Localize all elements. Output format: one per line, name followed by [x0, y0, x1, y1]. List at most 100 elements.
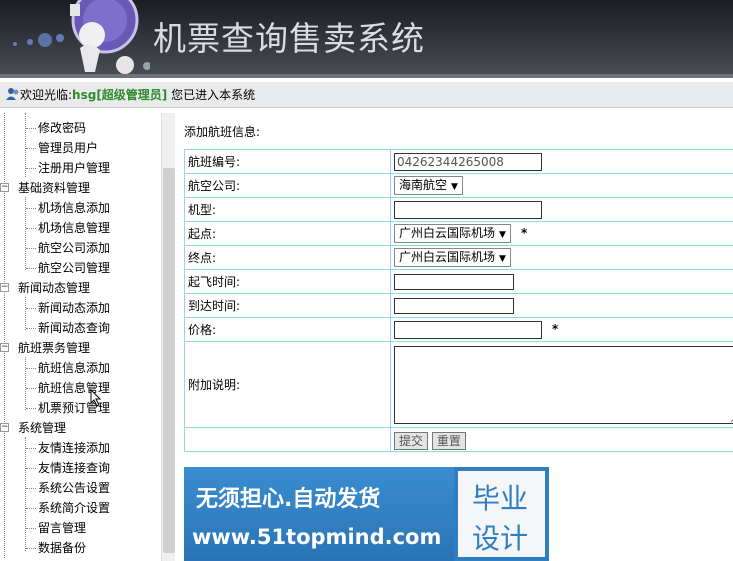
origin-select[interactable]: 广州白云国际机场 ▼ [394, 224, 511, 243]
sidebar-item-label: 新闻动态查询 [38, 321, 111, 335]
app-header: 机票查询售卖系统 [0, 0, 733, 78]
flight-no-input[interactable] [394, 152, 542, 171]
form-heading: 添加航班信息: [184, 125, 261, 139]
mouse-cursor-icon [90, 389, 102, 407]
sidebar-item-label: 航空公司管理 [38, 261, 111, 275]
chevron-down-icon: ▼ [499, 254, 506, 264]
current-username: hsg[超级管理员] [72, 88, 168, 102]
minus-box-icon[interactable]: − [0, 343, 9, 352]
destination-selected: 广州白云国际机场 [399, 250, 496, 264]
ad-banner[interactable]: 无须担心.自动发货 www.51topmind.com 毕业 设计 [184, 467, 549, 561]
destination-label: 终点: [184, 245, 391, 270]
sidebar-item-change-password[interactable]: 修改密码 [0, 118, 160, 138]
sidebar-item-airline-add[interactable]: 航空公司添加 [0, 238, 160, 258]
sidebar-item-label: 留言管理 [38, 521, 87, 535]
sidebar-group-label: 基础资料管理 [18, 181, 91, 195]
sidebar-item-news-add[interactable]: 新闻动态添加 [0, 298, 160, 318]
form-row-actions: 提交 重置 [184, 427, 733, 452]
ad-main-panel: 无须担心.自动发货 www.51topmind.com [184, 467, 454, 561]
airline-selected: 海南航空 [399, 178, 448, 192]
ad-slogan: 无须担心.自动发货 [196, 487, 381, 512]
minus-box-icon[interactable]: − [0, 283, 9, 292]
ad-url: www.51topmind.com [192, 525, 442, 549]
sidebar-item-airport-add[interactable]: 机场信息添加 [0, 198, 160, 218]
logo-figure-icon [13, 0, 150, 74]
form-row-notes: 附加说明: [184, 341, 733, 428]
notes-textarea[interactable] [394, 345, 733, 424]
sidebar-item-admin-users[interactable]: 管理员用户 [0, 138, 160, 158]
submit-button[interactable]: 提交 [394, 431, 429, 450]
minus-box-icon[interactable]: − [0, 183, 9, 192]
sidebar-item-flight-manage[interactable]: 航班信息管理 [0, 378, 160, 398]
required-mark: * [552, 322, 559, 336]
sidebar-item-airline-manage[interactable]: 航空公司管理 [0, 258, 160, 278]
ad-side-text-2: 设计 [472, 522, 529, 555]
sidebar-item-intro-settings[interactable]: 系统简介设置 [0, 498, 160, 518]
sidebar-scrollbar[interactable] [161, 113, 175, 561]
sidebar-item-label: 机场信息添加 [38, 201, 111, 215]
sidebar-item-link-query[interactable]: 友情连接查询 [0, 458, 160, 478]
header-divider [0, 74, 733, 78]
destination-select[interactable]: 广州白云国际机场 ▼ [394, 248, 511, 267]
sidebar-item-messages[interactable]: 留言管理 [0, 518, 160, 538]
chevron-down-icon: ▼ [451, 182, 458, 192]
depart-time-label: 起飞时间: [184, 269, 391, 294]
sidebar-item-label: 航班信息添加 [38, 361, 111, 375]
origin-label: 起点: [184, 221, 391, 246]
arrive-time-input[interactable] [394, 297, 514, 314]
model-input[interactable] [394, 200, 542, 219]
form-row-arrive: 到达时间: [184, 293, 733, 318]
form-row-origin: 起点: 广州白云国际机场 ▼ * [184, 221, 733, 246]
scrollbar-thumb[interactable] [163, 168, 175, 553]
price-input[interactable] [394, 320, 542, 339]
page-title: 机票查询售卖系统 [153, 19, 425, 58]
chevron-down-icon: ▼ [499, 230, 506, 240]
form-row-model: 机型: [184, 197, 733, 222]
price-label: 价格: [184, 317, 391, 342]
sidebar-item-label: 注册用户管理 [38, 161, 111, 175]
sidebar-item-label: 数据备份 [38, 541, 87, 555]
sidebar-item-notice-settings[interactable]: 系统公告设置 [0, 478, 160, 498]
sidebar-item-airport-manage[interactable]: 机场信息管理 [0, 218, 160, 238]
notes-label: 附加说明: [184, 341, 391, 428]
sidebar-group-basic-data[interactable]: − 基础资料管理 [0, 178, 160, 198]
sidebar-item-news-query[interactable]: 新闻动态查询 [0, 318, 160, 338]
sidebar-group-flight-ticket[interactable]: − 航班票务管理 [0, 338, 160, 358]
sidebar-item-backup[interactable]: 数据备份 [0, 538, 160, 558]
sidebar-group-system[interactable]: − 系统管理 [0, 418, 160, 438]
sidebar-group-label: 航班票务管理 [18, 341, 91, 355]
flight-form: 航班编号: 航空公司: 海南航空▼ 机型: 起点: 广州白云国际机场▼* 终点:… [184, 149, 733, 452]
airline-label: 航空公司: [184, 173, 391, 198]
welcome-prefix: 欢迎光临: [20, 88, 73, 102]
welcome-suffix: 您已进入本系统 [167, 88, 256, 102]
sidebar-item-label: 新闻动态添加 [38, 301, 111, 315]
ad-side-text-1: 毕业 [472, 482, 529, 515]
sidebar-item-label: 修改密码 [38, 121, 87, 135]
reset-button[interactable]: 重置 [431, 431, 466, 450]
arrive-time-label: 到达时间: [184, 293, 391, 318]
sidebar-item-flight-add[interactable]: 航班信息添加 [0, 358, 160, 378]
sidebar-item-label: 管理员用户 [38, 141, 99, 155]
sidebar-item-registered-users[interactable]: 注册用户管理 [0, 158, 160, 178]
sidebar-item-ticket-booking[interactable]: 机票预订管理 [0, 398, 160, 418]
form-row-airline: 航空公司: 海南航空 ▼ [184, 173, 733, 198]
sidebar-item-link-add[interactable]: 友情连接添加 [0, 438, 160, 458]
flight-no-label: 航班编号: [184, 149, 391, 174]
minus-box-icon[interactable]: − [0, 423, 9, 432]
user-icon [6, 88, 19, 100]
sidebar-group-news[interactable]: − 新闻动态管理 [0, 278, 160, 298]
sidebar-tree: 修改密码 管理员用户 注册用户管理 − 基础资料管理 机场信息添加 机场信息管理… [0, 113, 161, 561]
form-row-flight-no: 航班编号: [184, 149, 733, 174]
welcome-bar: 欢迎光临:hsg[超级管理员] 您已进入本系统 [0, 82, 733, 108]
sidebar-item-label: 友情连接添加 [38, 441, 111, 455]
form-row-destination: 终点: 广州白云国际机场 ▼ [184, 245, 733, 270]
sidebar-group-label: 新闻动态管理 [18, 281, 91, 295]
depart-time-input[interactable] [394, 273, 514, 290]
airline-select[interactable]: 海南航空 ▼ [394, 176, 463, 195]
sidebar-group-label: 系统管理 [18, 421, 67, 435]
sidebar-item-label: 友情连接查询 [38, 461, 111, 475]
sidebar-item-label: 系统公告设置 [38, 481, 111, 495]
required-mark: * [520, 226, 528, 240]
sidebar-item-label: 航空公司添加 [38, 241, 111, 255]
model-label: 机型: [184, 197, 391, 222]
